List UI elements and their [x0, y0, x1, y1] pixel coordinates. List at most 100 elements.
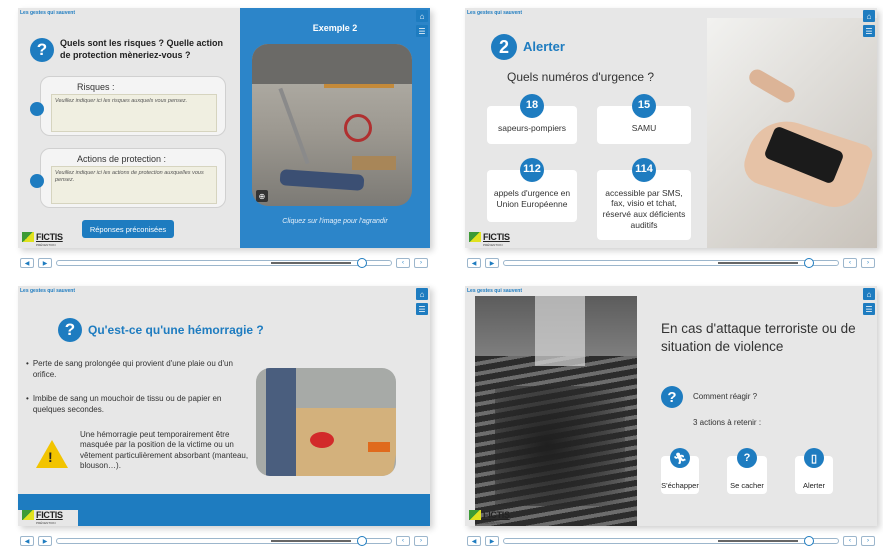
side-icons: ⌂ ☰: [863, 10, 875, 37]
menu-icon[interactable]: ☰: [863, 303, 875, 315]
question-icon: ?: [30, 38, 54, 62]
volume-icon[interactable]: ◀: [467, 536, 481, 546]
menu-icon[interactable]: ☰: [416, 303, 428, 315]
alerter-title: Alerter: [523, 39, 565, 54]
warning-text: Une hémorragie peut temporairement être …: [80, 430, 249, 471]
menu-icon[interactable]: ☰: [416, 25, 428, 37]
progress-knob[interactable]: [357, 258, 367, 268]
course-title: Les gestes qui sauvent: [20, 288, 76, 294]
question-icon: ?: [661, 386, 683, 408]
prev-button[interactable]: ‹: [843, 536, 857, 546]
number-label: accessible par SMS, fax, visio et tchat,…: [602, 187, 686, 230]
question-mark-icon: ?: [737, 448, 757, 468]
slide: Les gestes qui sauvent ? Quels sont les …: [18, 8, 430, 248]
logo-text: FICTIS: [483, 232, 510, 242]
volume-icon[interactable]: ◀: [467, 258, 481, 268]
progress-track[interactable]: [56, 258, 392, 268]
phone-icon: ▯: [804, 448, 824, 468]
side-icons: ⌂ ☰: [416, 288, 428, 315]
phone-photo: [707, 18, 877, 248]
risks-input[interactable]: Veuillez indiquer ici les risques auxque…: [51, 94, 217, 132]
home-icon[interactable]: ⌂: [863, 288, 875, 300]
hide-button[interactable]: ? Se cacher: [727, 448, 767, 494]
alert-button[interactable]: ▯ Alerter: [795, 448, 833, 494]
logo-sub: PRÉVENTION: [36, 243, 56, 247]
fictis-logo: FICTIS PRÉVENTION: [469, 232, 510, 247]
player-bar: ◀ ▶ ‹ ›: [465, 532, 877, 550]
prev-button[interactable]: ‹: [396, 536, 410, 546]
example-image[interactable]: ⊕: [252, 44, 412, 206]
play-icon[interactable]: ▶: [38, 536, 52, 546]
progress-knob[interactable]: [804, 258, 814, 268]
alert-label: Alerter: [802, 481, 826, 490]
number-card: 18 sapeurs-pompiers: [487, 94, 577, 144]
panel-terror-attack: Les gestes qui sauvent En cas d'attaque …: [465, 286, 877, 550]
play-icon[interactable]: ▶: [485, 536, 499, 546]
panel-alerter: Les gestes qui sauvent 2 Alerter Quels n…: [465, 8, 877, 272]
logo-sub: PRÉVENTION: [483, 243, 503, 247]
image-boxes: [352, 156, 396, 170]
slide: Les gestes qui sauvent En cas d'attaque …: [465, 286, 877, 526]
next-button[interactable]: ›: [414, 536, 428, 546]
number-label: sapeurs-pompiers: [497, 122, 567, 133]
example-pane: Exemple 2 ⊕ Cliquez sur l'image pour l'a…: [240, 8, 430, 248]
logo-sub: PRÉVENTION: [36, 521, 56, 525]
photo-blood: [310, 432, 334, 448]
logo-mark: [469, 510, 481, 520]
progress-knob[interactable]: [804, 536, 814, 546]
risks-label: Risques :: [77, 82, 115, 92]
course-title: Les gestes qui sauvent: [467, 10, 523, 16]
slide: Les gestes qui sauvent 2 Alerter Quels n…: [465, 8, 877, 248]
first-aid-photo: [256, 368, 396, 476]
volume-icon[interactable]: ◀: [20, 536, 34, 546]
urgency-question: Quels numéros d'urgence ?: [507, 70, 655, 84]
prev-button[interactable]: ‹: [843, 258, 857, 268]
answers-button[interactable]: Réponses préconisées: [82, 220, 174, 238]
next-button[interactable]: ›: [861, 536, 875, 546]
step-number-icon: 2: [491, 34, 517, 60]
bullet-text: Imbibe de sang un mouchoir de tissu ou d…: [32, 394, 222, 414]
home-icon[interactable]: ⌂: [416, 288, 428, 300]
volume-icon[interactable]: ◀: [20, 258, 34, 268]
play-icon[interactable]: ▶: [485, 258, 499, 268]
side-icons: ⌂ ☰: [863, 288, 875, 315]
image-caption: Cliquez sur l'image pour l'agrandir: [282, 218, 388, 225]
panel-hemorrhage: Les gestes qui sauvent ? Qu'est-ce qu'un…: [18, 286, 430, 550]
progress-knob[interactable]: [357, 536, 367, 546]
photo-finger: [746, 66, 798, 106]
menu-icon[interactable]: ☰: [863, 25, 875, 37]
prev-button[interactable]: ‹: [396, 258, 410, 268]
number-card: 114 accessible par SMS, fax, visio et tc…: [597, 158, 691, 240]
logo-mark: [469, 232, 481, 242]
zoom-icon[interactable]: ⊕: [256, 190, 268, 202]
progress-track[interactable]: [503, 258, 839, 268]
escape-label: S'échapper: [661, 481, 699, 490]
example-title: Exemple 2: [312, 23, 358, 33]
player-bar: ◀ ▶ ‹ ›: [465, 254, 877, 272]
progress-track[interactable]: [503, 536, 839, 546]
image-ceiling: [252, 44, 412, 84]
progress-fill: [271, 262, 351, 264]
home-icon[interactable]: ⌂: [416, 10, 428, 22]
progress-track[interactable]: [56, 536, 392, 546]
escape-button[interactable]: 🏃︎ S'échapper: [661, 448, 699, 494]
progress-fill: [271, 540, 351, 542]
hemorrhage-title: Qu'est-ce qu'une hémorragie ?: [88, 323, 264, 337]
photo-crowd-blur: [495, 386, 625, 506]
photo-person: [266, 368, 296, 476]
logo-sub: PRÉVENTION: [483, 521, 503, 525]
actions-input[interactable]: Veuillez indiquer ici les actions de pro…: [51, 166, 217, 204]
actions-box: Actions de protection : Veuillez indique…: [40, 148, 226, 208]
side-icons: ⌂ ☰: [416, 10, 428, 37]
play-icon[interactable]: ▶: [38, 258, 52, 268]
hide-label: Se cacher: [730, 481, 764, 490]
number-badge: 18: [520, 94, 544, 118]
number-badge: 15: [632, 94, 656, 118]
next-button[interactable]: ›: [861, 258, 875, 268]
home-icon[interactable]: ⌂: [863, 10, 875, 22]
image-bicycle-wheel: [344, 114, 372, 142]
photo-light: [535, 296, 585, 366]
bullet-text: Perte de sang prolongée qui provient d'u…: [32, 359, 233, 379]
logo-mark: [22, 232, 34, 242]
next-button[interactable]: ›: [414, 258, 428, 268]
